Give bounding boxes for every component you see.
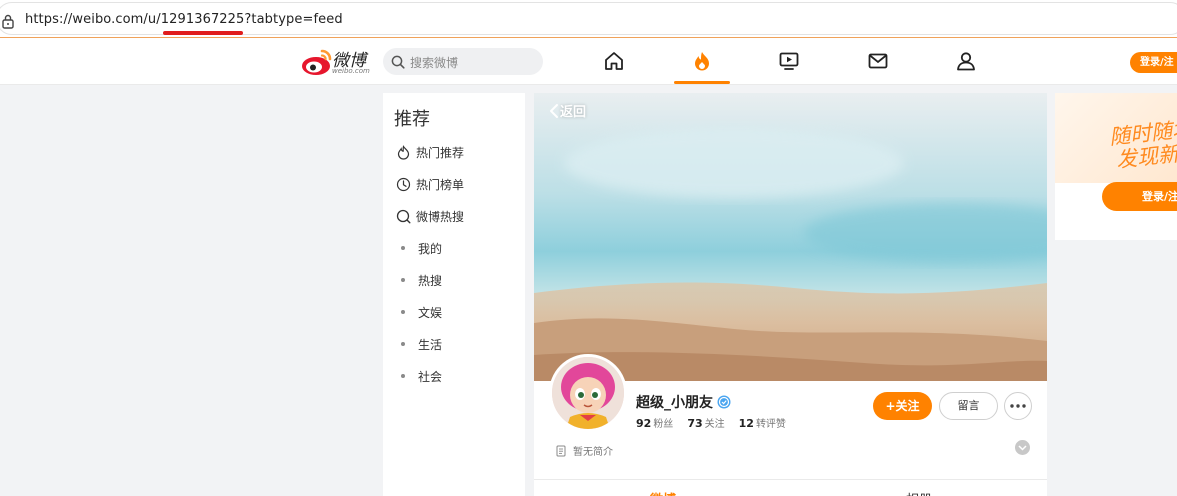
sidebar-item-label: 生活	[418, 337, 443, 352]
tab-weibo[interactable]: 微博	[650, 489, 676, 496]
sidebar-item-society[interactable]: 社会	[395, 365, 520, 387]
bullet-dot	[401, 246, 405, 250]
promo-login-button[interactable]: 登录/注	[1102, 182, 1177, 211]
home-icon[interactable]	[603, 50, 625, 72]
sidebar-item-label: 我的	[418, 241, 443, 256]
bullet-dot	[401, 342, 405, 346]
message-button[interactable]: 留言	[939, 392, 998, 420]
sidebar-item-label: 文娱	[418, 305, 443, 320]
profile-banner-image	[534, 93, 1047, 381]
clock-icon	[396, 177, 410, 191]
login-promo-card: 随时随地 发现新 登录/注	[1055, 93, 1177, 240]
sidebar-item-mine[interactable]: 我的	[395, 237, 520, 259]
chevron-down-icon	[1018, 444, 1027, 451]
follow-button[interactable]: +关注	[873, 392, 932, 420]
tab-divider	[534, 479, 1047, 480]
profile-stats: 92 粉丝 73 关注 12 转评赞	[636, 415, 800, 430]
url-highlight-underline	[163, 31, 243, 35]
sidebar-item-trending[interactable]: 热搜	[395, 269, 520, 291]
mail-icon[interactable]	[867, 50, 889, 72]
logo-subtext: weibo.com	[332, 67, 370, 75]
flame-icon	[397, 144, 409, 160]
url-text: https://weibo.com/u/1291367225?tabtype=f…	[25, 12, 343, 27]
more-dots-icon	[1010, 404, 1026, 408]
followers-stat[interactable]: 92 粉丝	[636, 415, 673, 430]
search-icon	[391, 55, 405, 69]
sidebar-item-hot-list[interactable]: 热门榜单	[395, 173, 520, 195]
sidebar-item-hot-recommend[interactable]: 热门推荐	[395, 141, 520, 163]
sidebar-item-label: 社会	[418, 369, 443, 384]
sidebar-item-label: 热门推荐	[416, 145, 465, 160]
sidebar-item-life[interactable]: 生活	[395, 333, 520, 355]
bullet-dot	[401, 310, 405, 314]
profile-icon[interactable]	[955, 50, 977, 72]
login-button[interactable]: 登录/注	[1130, 52, 1177, 73]
more-options-button[interactable]	[1004, 392, 1032, 420]
document-icon	[556, 445, 566, 456]
profile-username: 超级_小朋友	[636, 392, 731, 412]
avatar-image	[552, 357, 624, 429]
sidebar-item-label: 热搜	[418, 273, 443, 288]
video-icon[interactable]	[778, 50, 800, 72]
promo-slogan-line2: 发现新	[1115, 141, 1177, 173]
back-label: 返回	[560, 105, 587, 120]
sidebar-item-label: 热门榜单	[416, 177, 465, 192]
lock-icon	[2, 14, 14, 29]
avatar[interactable]	[549, 354, 627, 432]
bullet-dot	[401, 374, 405, 378]
top-navigation: 微博 weibo.com 搜索微博 登录/注	[0, 38, 1177, 85]
profile-bio: 暂无简介	[556, 443, 613, 458]
expand-button[interactable]	[1015, 440, 1030, 455]
bullet-dot	[401, 278, 405, 282]
verified-badge-icon	[717, 395, 731, 409]
bio-text: 暂无简介	[573, 447, 613, 458]
browser-address-bar: https://weibo.com/u/1291367225?tabtype=f…	[0, 0, 1177, 38]
nav-active-indicator	[674, 81, 730, 84]
search-box[interactable]: 搜索微博	[383, 48, 543, 75]
username-text: 超级_小朋友	[636, 395, 713, 411]
sidebar-item-hot-search[interactable]: 微博热搜	[395, 205, 520, 227]
chevron-left-icon	[550, 103, 558, 118]
hot-flame-icon[interactable]	[691, 50, 713, 72]
sidebar-item-label: 微博热搜	[416, 209, 465, 224]
profile-card: 返回 超级_小朋友 92 粉丝 73 关注 12 转评赞 暂无简介 +关注 留言	[534, 93, 1047, 496]
sidebar: 推荐 热门推荐 热门榜单 微博热搜 我的 热搜 文娱 生活 社会	[383, 93, 525, 496]
sidebar-title: 推荐	[394, 109, 430, 130]
search-icon	[396, 209, 411, 224]
search-placeholder: 搜索微博	[410, 56, 459, 70]
reposts-stat[interactable]: 12 转评赞	[739, 415, 786, 430]
sidebar-item-entertainment[interactable]: 文娱	[395, 301, 520, 323]
following-stat[interactable]: 73 关注	[687, 415, 724, 430]
tab-album[interactable]: 相册	[906, 489, 932, 496]
back-button[interactable]: 返回	[548, 101, 586, 120]
